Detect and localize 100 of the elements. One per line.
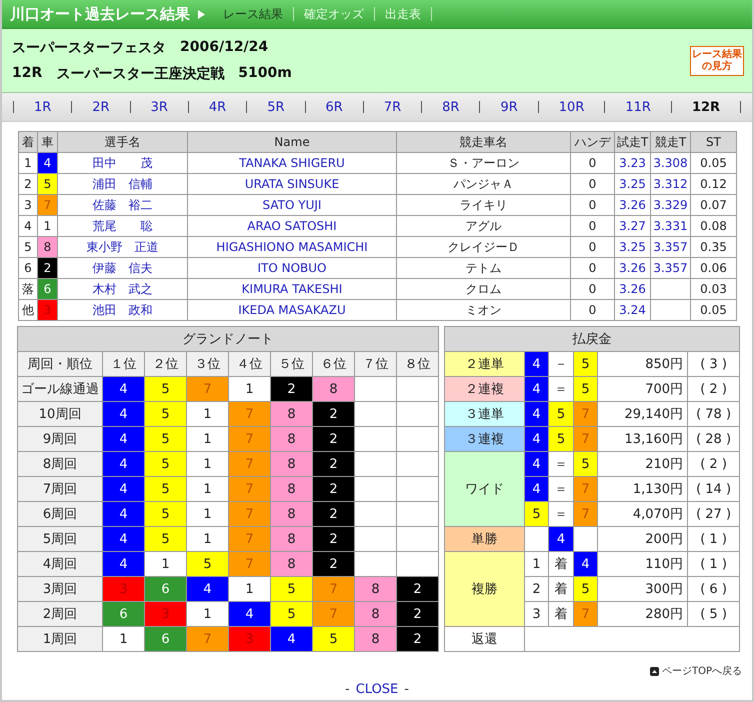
close-link[interactable]: CLOSE	[356, 682, 398, 697]
car-number-cell: 5	[312, 626, 354, 652]
rider-name-link[interactable]: ARAO SATOSHI	[188, 216, 396, 236]
place-cell: 6	[18, 258, 38, 278]
rider-name-link[interactable]: URATA SINSUKE	[188, 174, 396, 194]
car-number-cell: 6	[144, 576, 186, 602]
car-number-cell: 8	[354, 602, 396, 626]
combination-mark: 着	[548, 602, 574, 626]
trial-time-link[interactable]: 3.26	[614, 194, 650, 216]
car-number-cell: 7	[228, 526, 270, 552]
header-tab[interactable]: レース結果	[213, 7, 294, 21]
rider-name-link[interactable]: 荒尾 聡	[58, 216, 188, 236]
start-time-cell: 0.12	[690, 174, 736, 194]
car-number-cell: 7	[186, 376, 228, 402]
lap-label: 8周回	[18, 452, 102, 476]
car-number-cell: 7	[38, 194, 58, 216]
race-link[interactable]: 4R	[208, 100, 226, 114]
handicap-cell: 0	[570, 194, 614, 216]
car-number-cell: 2	[396, 576, 439, 602]
race-time-link[interactable]: 3.312	[650, 174, 690, 194]
lap-label: 5周回	[18, 526, 102, 552]
race-link[interactable]: 12R	[692, 100, 720, 114]
rider-name-link[interactable]: 木村 武之	[58, 278, 188, 300]
column-header: 周回・順位	[18, 352, 102, 376]
car-number-cell: 7	[574, 502, 598, 526]
race-number: 12R	[12, 64, 42, 82]
car-number-cell: 1	[186, 602, 228, 626]
popularity-cell: ( 14 )	[688, 476, 740, 502]
car-number-cell: 4	[102, 376, 144, 402]
car-number-cell: 4	[524, 426, 549, 452]
car-number-cell: 2	[270, 376, 312, 402]
race-link[interactable]: 5R	[267, 100, 285, 114]
race-time-link[interactable]: 3.357	[650, 258, 690, 278]
handicap-cell: 0	[570, 216, 614, 236]
car-number-cell: 4	[102, 552, 144, 576]
car-number-cell: 4	[102, 402, 144, 426]
car-number-cell: 1	[186, 502, 228, 526]
triangle-icon	[198, 10, 205, 18]
race-link[interactable]: 3R	[150, 100, 168, 114]
rider-name-link[interactable]: KIMURA TAKESHI	[188, 278, 396, 300]
rider-name-link[interactable]: 池田 政和	[58, 300, 188, 320]
rider-name-link[interactable]: IKEDA MASAKAZU	[188, 300, 396, 320]
car-number-cell: 1	[38, 216, 58, 236]
rider-name-link[interactable]: SATO YUJI	[188, 194, 396, 216]
rider-name-link[interactable]: 伊藤 信夫	[58, 258, 188, 278]
race-link[interactable]: 8R	[442, 100, 460, 114]
car-number-cell: 8	[270, 452, 312, 476]
car-number-cell: 7	[228, 502, 270, 526]
trial-time-link[interactable]: 3.27	[614, 216, 650, 236]
race-time-link[interactable]: 3.308	[650, 152, 690, 174]
car-number-cell: 4	[524, 376, 549, 402]
race-time-link[interactable]: 3.329	[650, 194, 690, 216]
race-link[interactable]: 9R	[500, 100, 518, 114]
bet-type-label: 単勝	[444, 526, 525, 552]
payout-amount: 280円	[598, 602, 688, 626]
car-number-cell: 7	[228, 402, 270, 426]
payout-amount: 1,130円	[598, 476, 688, 502]
race-link[interactable]: 2R	[92, 100, 110, 114]
rider-name-link[interactable]: 田中 茂	[58, 152, 188, 174]
trial-time-link[interactable]: 3.26	[614, 258, 650, 278]
payout-amount: 29,140円	[598, 402, 688, 426]
race-link[interactable]: 7R	[384, 100, 402, 114]
column-header: ８位	[396, 352, 439, 376]
bet-type-label: 返還	[444, 626, 525, 652]
trial-time-link[interactable]: 3.25	[614, 174, 650, 194]
car-number-cell: 7	[228, 452, 270, 476]
race-link[interactable]: 10R	[558, 100, 584, 114]
rider-name-link[interactable]: 浦田 信輔	[58, 174, 188, 194]
race-link[interactable]: 6R	[326, 100, 343, 114]
trial-time-link[interactable]: 3.24	[614, 300, 650, 320]
site-title: 川口オート過去レース結果	[10, 4, 190, 24]
car-number-cell: 2	[38, 258, 58, 278]
rider-name-link[interactable]: HIGASHIONO MASAMICHI	[188, 236, 396, 258]
guide-badge[interactable]: レース結果の見方	[690, 46, 744, 76]
trial-time-link[interactable]: 3.25	[614, 236, 650, 258]
rider-name-link[interactable]: 東小野 正道	[58, 236, 188, 258]
handicap-cell: 0	[570, 278, 614, 300]
popularity-cell: ( 1 )	[688, 552, 740, 576]
trial-time-link[interactable]: 3.23	[614, 152, 650, 174]
popularity-cell: ( 28 )	[688, 426, 740, 452]
rider-name-link[interactable]: TANAKA SHIGERU	[188, 152, 396, 174]
car-number-cell: 4	[102, 526, 144, 552]
trial-time-link[interactable]: 3.26	[614, 278, 650, 300]
rider-name-link[interactable]: 佐藤 裕二	[58, 194, 188, 216]
car-number-cell: 7	[228, 476, 270, 502]
combination-mark: ＝	[548, 376, 574, 402]
race-time-link[interactable]: 3.357	[650, 236, 690, 258]
car-number-cell: 7	[312, 576, 354, 602]
lap-label: 6周回	[18, 502, 102, 526]
combination-mark: 着	[548, 576, 574, 602]
race-link[interactable]: 1R	[34, 100, 52, 114]
page-top-link[interactable]: ページTOPへ戻る	[650, 664, 742, 678]
car-number-cell: 6	[102, 602, 144, 626]
race-link[interactable]: 11R	[625, 100, 651, 114]
car-number-cell: 2	[312, 502, 354, 526]
car-number-cell: 1	[228, 576, 270, 602]
popularity-cell: ( 78 )	[688, 402, 740, 426]
rider-name-link[interactable]: ITO NOBUO	[188, 258, 396, 278]
race-time-link[interactable]: 3.331	[650, 216, 690, 236]
bet-type-label: ３連単	[444, 402, 525, 426]
